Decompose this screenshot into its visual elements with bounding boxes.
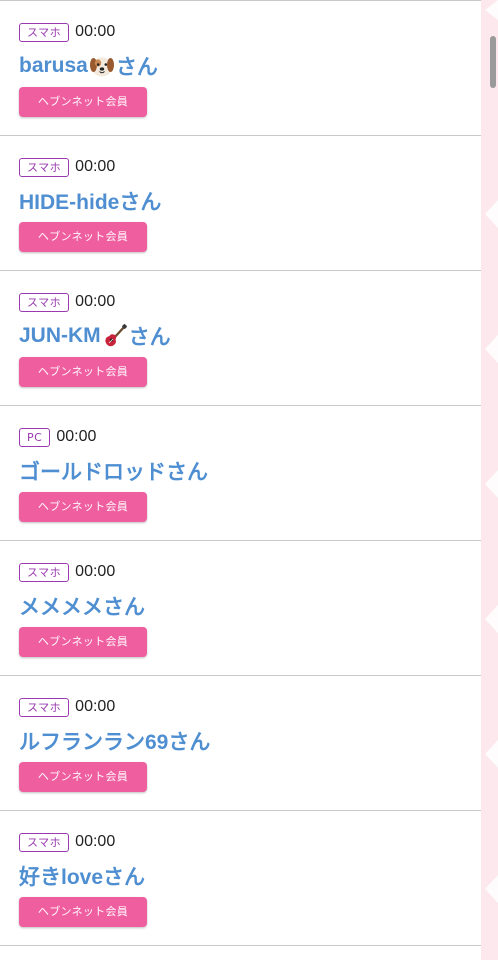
member-button[interactable]: ヘブンネット会員: [19, 357, 147, 387]
user-name-text: ルフランラン69さん: [19, 731, 211, 754]
access-time: 00:00: [75, 563, 116, 580]
member-button[interactable]: ヘブンネット会員: [19, 87, 147, 117]
member-button[interactable]: ヘブンネット会員: [19, 897, 147, 927]
visitor-list: スマホ 00:00 barusa さん ヘブンネット会員 スマホ 00:00 H…: [0, 0, 481, 960]
member-button[interactable]: ヘブンネット会員: [19, 492, 147, 522]
user-name-link[interactable]: 好きloveさん: [19, 861, 145, 891]
member-button[interactable]: ヘブンネット会員: [19, 762, 147, 792]
user-name-text: メメメメさん: [19, 596, 145, 619]
user-name-link[interactable]: barusa さん: [19, 51, 158, 81]
list-item: スマホ 00:00 JUN-KM さん ヘブンネット会員: [0, 271, 481, 406]
user-name-link[interactable]: メメメメさん: [19, 591, 145, 621]
access-time: 00:00: [75, 698, 116, 715]
access-time: 00:00: [75, 293, 116, 310]
device-badge: スマホ: [19, 157, 70, 177]
list-item: スマホ 00:00 barusa さん ヘブンネット会員: [0, 1, 481, 136]
user-name-text: HIDE-hideさん: [19, 191, 162, 214]
access-time: 00:00: [56, 428, 97, 445]
list-item: スマホ 00:00 好きloveさん ヘブンネット会員: [0, 811, 481, 946]
user-name-link[interactable]: JUN-KM さん: [19, 321, 171, 351]
user-name-suffix: さん: [115, 56, 158, 79]
user-name-suffix: さん: [128, 326, 171, 349]
entry-meta: PC 00:00: [19, 426, 96, 448]
device-badge: スマホ: [19, 697, 70, 717]
entry-meta: スマホ 00:00: [19, 561, 115, 583]
user-name-text: ゴールドロッドさん: [19, 461, 208, 484]
device-badge: PC: [19, 427, 51, 447]
entry-meta: スマホ 00:00: [19, 156, 115, 178]
member-button[interactable]: ヘブンネット会員: [19, 222, 147, 252]
access-time: 00:00: [75, 23, 116, 40]
list-item: スマホ 00:00 ルフランラン69さん ヘブンネット会員: [0, 676, 481, 811]
guitar-icon: [105, 324, 127, 347]
dog-face-icon: [89, 57, 114, 77]
access-time: 00:00: [75, 158, 116, 175]
user-name-text: barusa: [19, 54, 88, 77]
device-badge: スマホ: [19, 562, 70, 582]
zigzag-decoration: [485, 0, 498, 903]
list-item: スマホ 00:00 メメメメさん ヘブンネット会員: [0, 541, 481, 676]
user-name-text: 好きloveさん: [19, 866, 146, 889]
access-time: 00:00: [75, 833, 116, 850]
list-item: PC 00:00 ゴールドロッドさん ヘブンネット会員: [0, 406, 481, 541]
entry-meta: スマホ 00:00: [19, 291, 115, 313]
device-badge: スマホ: [19, 832, 70, 852]
member-button[interactable]: ヘブンネット会員: [19, 627, 147, 657]
side-panel: [481, 0, 498, 960]
user-name-link[interactable]: HIDE-hideさん: [19, 186, 161, 216]
entry-meta: スマホ 00:00: [19, 21, 115, 43]
list-item: スマホ 00:00 HIDE-hideさん ヘブンネット会員: [0, 136, 481, 271]
entry-meta: スマホ 00:00: [19, 696, 115, 718]
scrollbar-thumb[interactable]: [490, 36, 496, 88]
user-name-link[interactable]: ゴールドロッドさん: [19, 456, 208, 486]
device-badge: スマホ: [19, 22, 70, 42]
device-badge: スマホ: [19, 292, 70, 312]
user-name-link[interactable]: ルフランラン69さん: [19, 726, 210, 756]
user-name-text: JUN-KM: [19, 324, 101, 347]
entry-meta: スマホ 00:00: [19, 831, 115, 853]
